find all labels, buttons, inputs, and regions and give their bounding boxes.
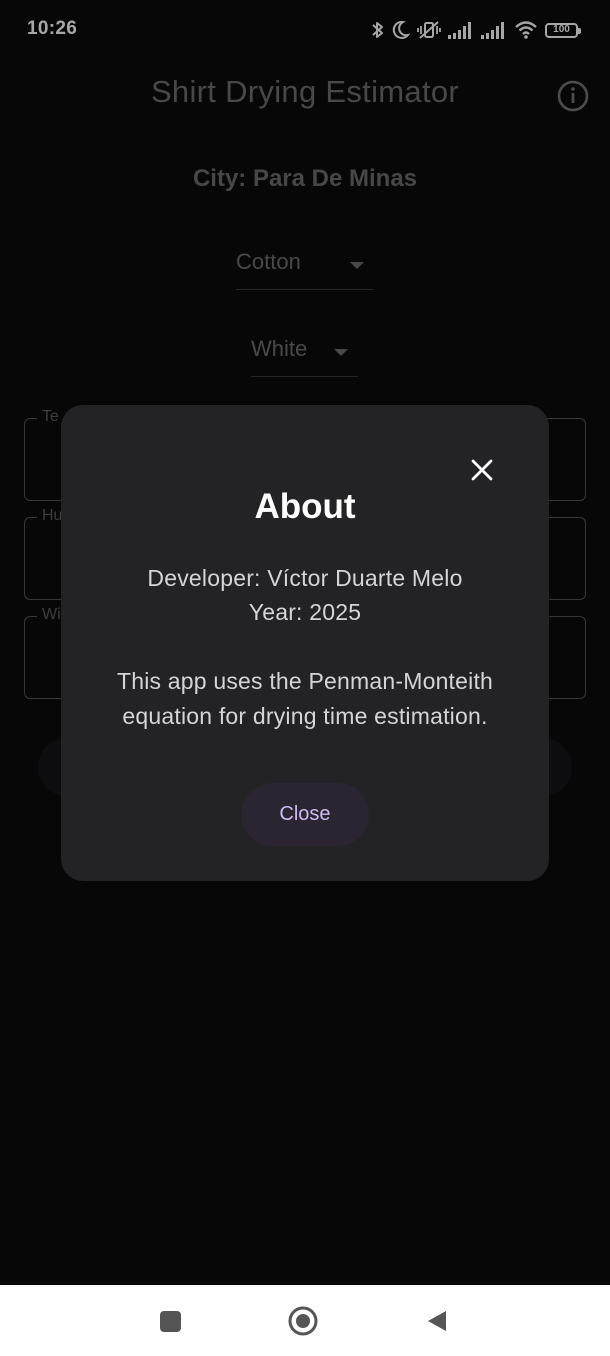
description-line-2: equation for drying time estimation. — [122, 703, 488, 729]
close-icon[interactable] — [467, 455, 497, 485]
developer-text: Developer: Víctor Duarte Melo — [147, 565, 463, 591]
description-line-1: This app uses the Penman-Monteith — [116, 668, 494, 694]
navigation-bar — [0, 1285, 610, 1356]
about-dialog: About Developer: Víctor Duarte Melo Year… — [61, 405, 549, 881]
year-text: Year: 2025 — [248, 599, 362, 625]
close-button[interactable]: Close — [241, 783, 369, 846]
screen: 10:26 100 Shirt Drying Estimator City: P… — [0, 0, 610, 1356]
home-icon[interactable] — [288, 1306, 318, 1336]
back-icon[interactable] — [426, 1309, 448, 1333]
recents-icon[interactable] — [160, 1311, 181, 1332]
dialog-title: About — [254, 487, 356, 526]
